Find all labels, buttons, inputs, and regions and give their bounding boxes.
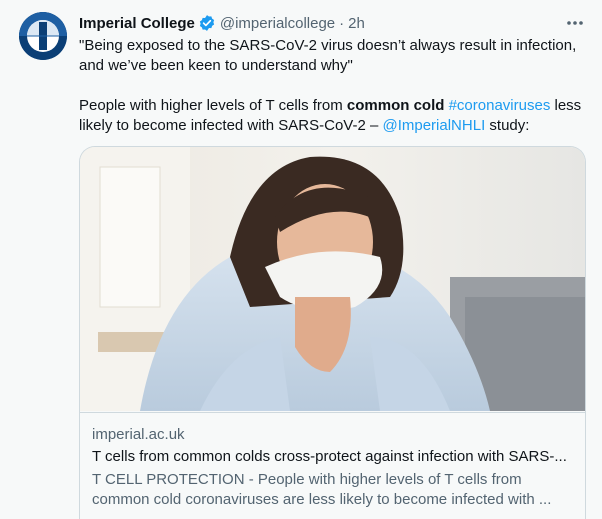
- author-name[interactable]: Imperial College: [79, 15, 195, 32]
- tweet-header: Imperial College @imperialcollege · 2h: [79, 13, 365, 33]
- more-options-button[interactable]: [564, 14, 586, 32]
- card-meta: imperial.ac.uk T cells from common colds…: [80, 412, 585, 519]
- tweet-bold-text: common cold: [346, 97, 445, 114]
- separator-dot: ·: [339, 14, 345, 32]
- tweet-text-segment: study:: [485, 117, 530, 134]
- card-domain: imperial.ac.uk: [92, 426, 185, 443]
- tweet-body: People with higher levels of T cells fro…: [79, 96, 589, 136]
- mention-link[interactable]: @ImperialNHLI: [382, 117, 485, 134]
- tweet-text-segment: People with higher levels of T cells fro…: [79, 97, 347, 114]
- hashtag-link[interactable]: #coronaviruses: [449, 97, 551, 114]
- card-image: [80, 147, 585, 411]
- more-options-icon: [567, 21, 583, 25]
- author-handle[interactable]: @imperialcollege: [220, 15, 335, 32]
- card-title[interactable]: T cells from common colds cross-protect …: [92, 448, 577, 465]
- tweet-quote: "Being exposed to the SARS-CoV-2 virus d…: [79, 37, 577, 74]
- tweet[interactable]: Imperial College @imperialcollege · 2h "…: [0, 0, 602, 519]
- link-preview-card[interactable]: imperial.ac.uk T cells from common colds…: [79, 146, 586, 519]
- verified-badge-icon: [199, 15, 214, 31]
- tweet-text: "Being exposed to the SARS-CoV-2 virus d…: [79, 36, 589, 136]
- avatar[interactable]: [19, 12, 67, 60]
- card-description: T CELL PROTECTION - People with higher l…: [92, 471, 552, 508]
- imperial-logo-icon: [19, 12, 67, 60]
- tweet-timestamp[interactable]: 2h: [348, 15, 365, 32]
